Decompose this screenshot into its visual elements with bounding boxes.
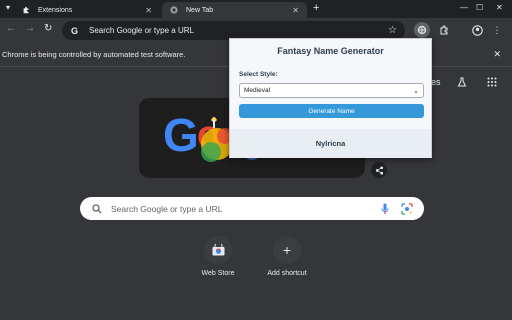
plus-icon: + xyxy=(273,236,301,264)
lens-search-icon[interactable] xyxy=(401,202,413,220)
menu-icon[interactable]: ⋮ xyxy=(489,22,505,38)
omnibox-text: Search Google or type a URL xyxy=(89,26,194,35)
generated-name-result: Nylricna xyxy=(230,129,431,158)
profile-icon[interactable] xyxy=(469,22,485,38)
shortcut-label: Add shortcut xyxy=(267,270,307,277)
generate-name-button[interactable]: Generate Name xyxy=(239,104,424,118)
shortcut-label: Web Store xyxy=(201,270,235,277)
new-tab-button[interactable]: + xyxy=(313,2,319,14)
tab-label: New Tab xyxy=(186,6,214,14)
share-icon[interactable] xyxy=(371,162,387,178)
tab-label: Extensions xyxy=(38,6,73,14)
webstore-icon xyxy=(204,236,232,264)
window-close-icon[interactable]: ✕ xyxy=(496,3,503,12)
close-icon[interactable]: ✕ xyxy=(292,6,299,15)
tab-new-tab[interactable]: New Tab ✕ xyxy=(162,2,307,18)
shortcut-add[interactable]: + Add shortcut xyxy=(257,236,317,277)
puzzle-icon xyxy=(22,6,30,14)
search-placeholder: Search Google or type a URL xyxy=(111,203,223,214)
close-icon[interactable]: ✕ xyxy=(493,49,501,60)
forward-icon[interactable]: → xyxy=(25,23,35,34)
tab-extensions[interactable]: Extensions ✕ xyxy=(14,2,160,18)
style-select[interactable]: Medieval ⌄ xyxy=(239,83,424,98)
select-style-label: Select Style: xyxy=(239,71,278,78)
star-icon[interactable]: ☆ xyxy=(388,25,397,36)
popup-title: Fantasy Name Generator xyxy=(277,46,384,56)
search-icon xyxy=(92,203,102,214)
labs-icon[interactable] xyxy=(457,77,467,89)
reload-icon[interactable]: ↻ xyxy=(44,23,52,34)
extension-popup: Fantasy Name Generator Select Style: Med… xyxy=(229,38,432,158)
voice-search-icon[interactable] xyxy=(381,202,389,220)
shortcut-web-store[interactable]: Web Store xyxy=(188,236,248,277)
tab-strip: Extensions ✕ New Tab ✕ + ▾ — ☐ ✕ xyxy=(0,0,512,18)
extensions-puzzle-icon[interactable] xyxy=(436,22,452,38)
minimize-icon[interactable]: — xyxy=(460,3,468,12)
tab-search-icon[interactable]: ▾ xyxy=(6,3,10,12)
ntp-link-fragment[interactable]: es xyxy=(431,77,441,87)
chevron-down-icon: ⌄ xyxy=(413,88,419,95)
maximize-icon[interactable]: ☐ xyxy=(476,3,483,12)
back-icon[interactable]: ← xyxy=(6,23,16,34)
apps-grid-icon[interactable] xyxy=(487,77,497,89)
ntp-search-box[interactable]: Search Google or type a URL xyxy=(80,197,424,220)
google-icon: G xyxy=(71,25,79,36)
chrome-icon xyxy=(170,6,178,14)
close-icon[interactable]: ✕ xyxy=(145,6,152,15)
style-select-value: Medieval xyxy=(244,87,271,94)
infobar-text: Chrome is being controlled by automated … xyxy=(2,49,186,59)
fantasy-extension-icon[interactable] xyxy=(414,22,430,38)
